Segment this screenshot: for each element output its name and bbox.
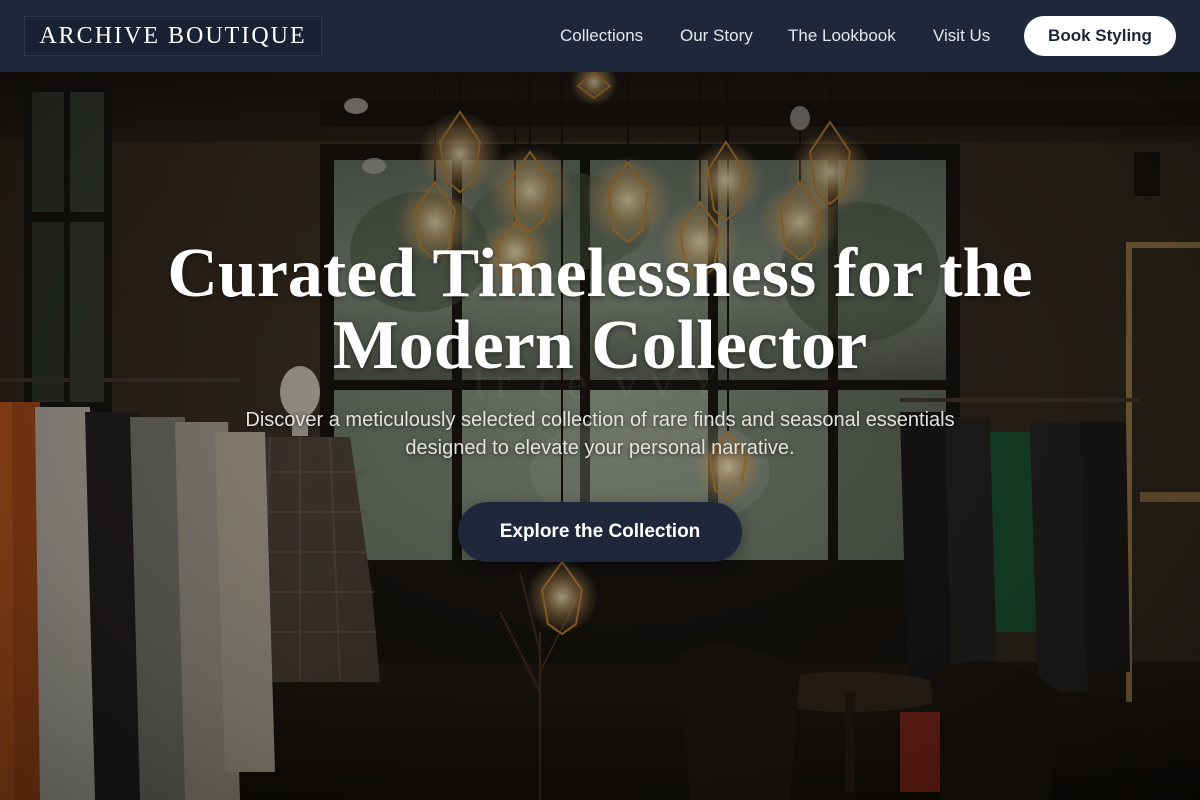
brand-logo[interactable]: ARCHIVE BOUTIQUE	[24, 16, 322, 56]
navbar: ARCHIVE BOUTIQUE Collections Our Story T…	[0, 0, 1200, 72]
hero-subtitle: Discover a meticulously selected collect…	[180, 406, 1020, 462]
hero-title: Curated Timelessness for the Modern Coll…	[100, 238, 1100, 382]
hero-section: fr ce vVY Curated Timelessness for the M…	[0, 72, 1200, 800]
book-styling-button[interactable]: Book Styling	[1024, 16, 1176, 56]
explore-collection-button[interactable]: Explore the Collection	[458, 502, 742, 562]
hero-title-line-1: Curated Timelessness for the	[167, 235, 1033, 312]
hero-subtitle-line-1: Discover a meticulously selected collect…	[245, 409, 955, 431]
nav-link-collections[interactable]: Collections	[560, 24, 643, 48]
nav-link-visit-us[interactable]: Visit Us	[933, 24, 990, 48]
hero-subtitle-line-2: designed to elevate your personal narrat…	[405, 437, 795, 459]
nav-link-our-story[interactable]: Our Story	[680, 24, 753, 48]
nav-link-lookbook[interactable]: The Lookbook	[788, 24, 896, 48]
hero-title-line-2: Modern Collector	[332, 307, 868, 384]
